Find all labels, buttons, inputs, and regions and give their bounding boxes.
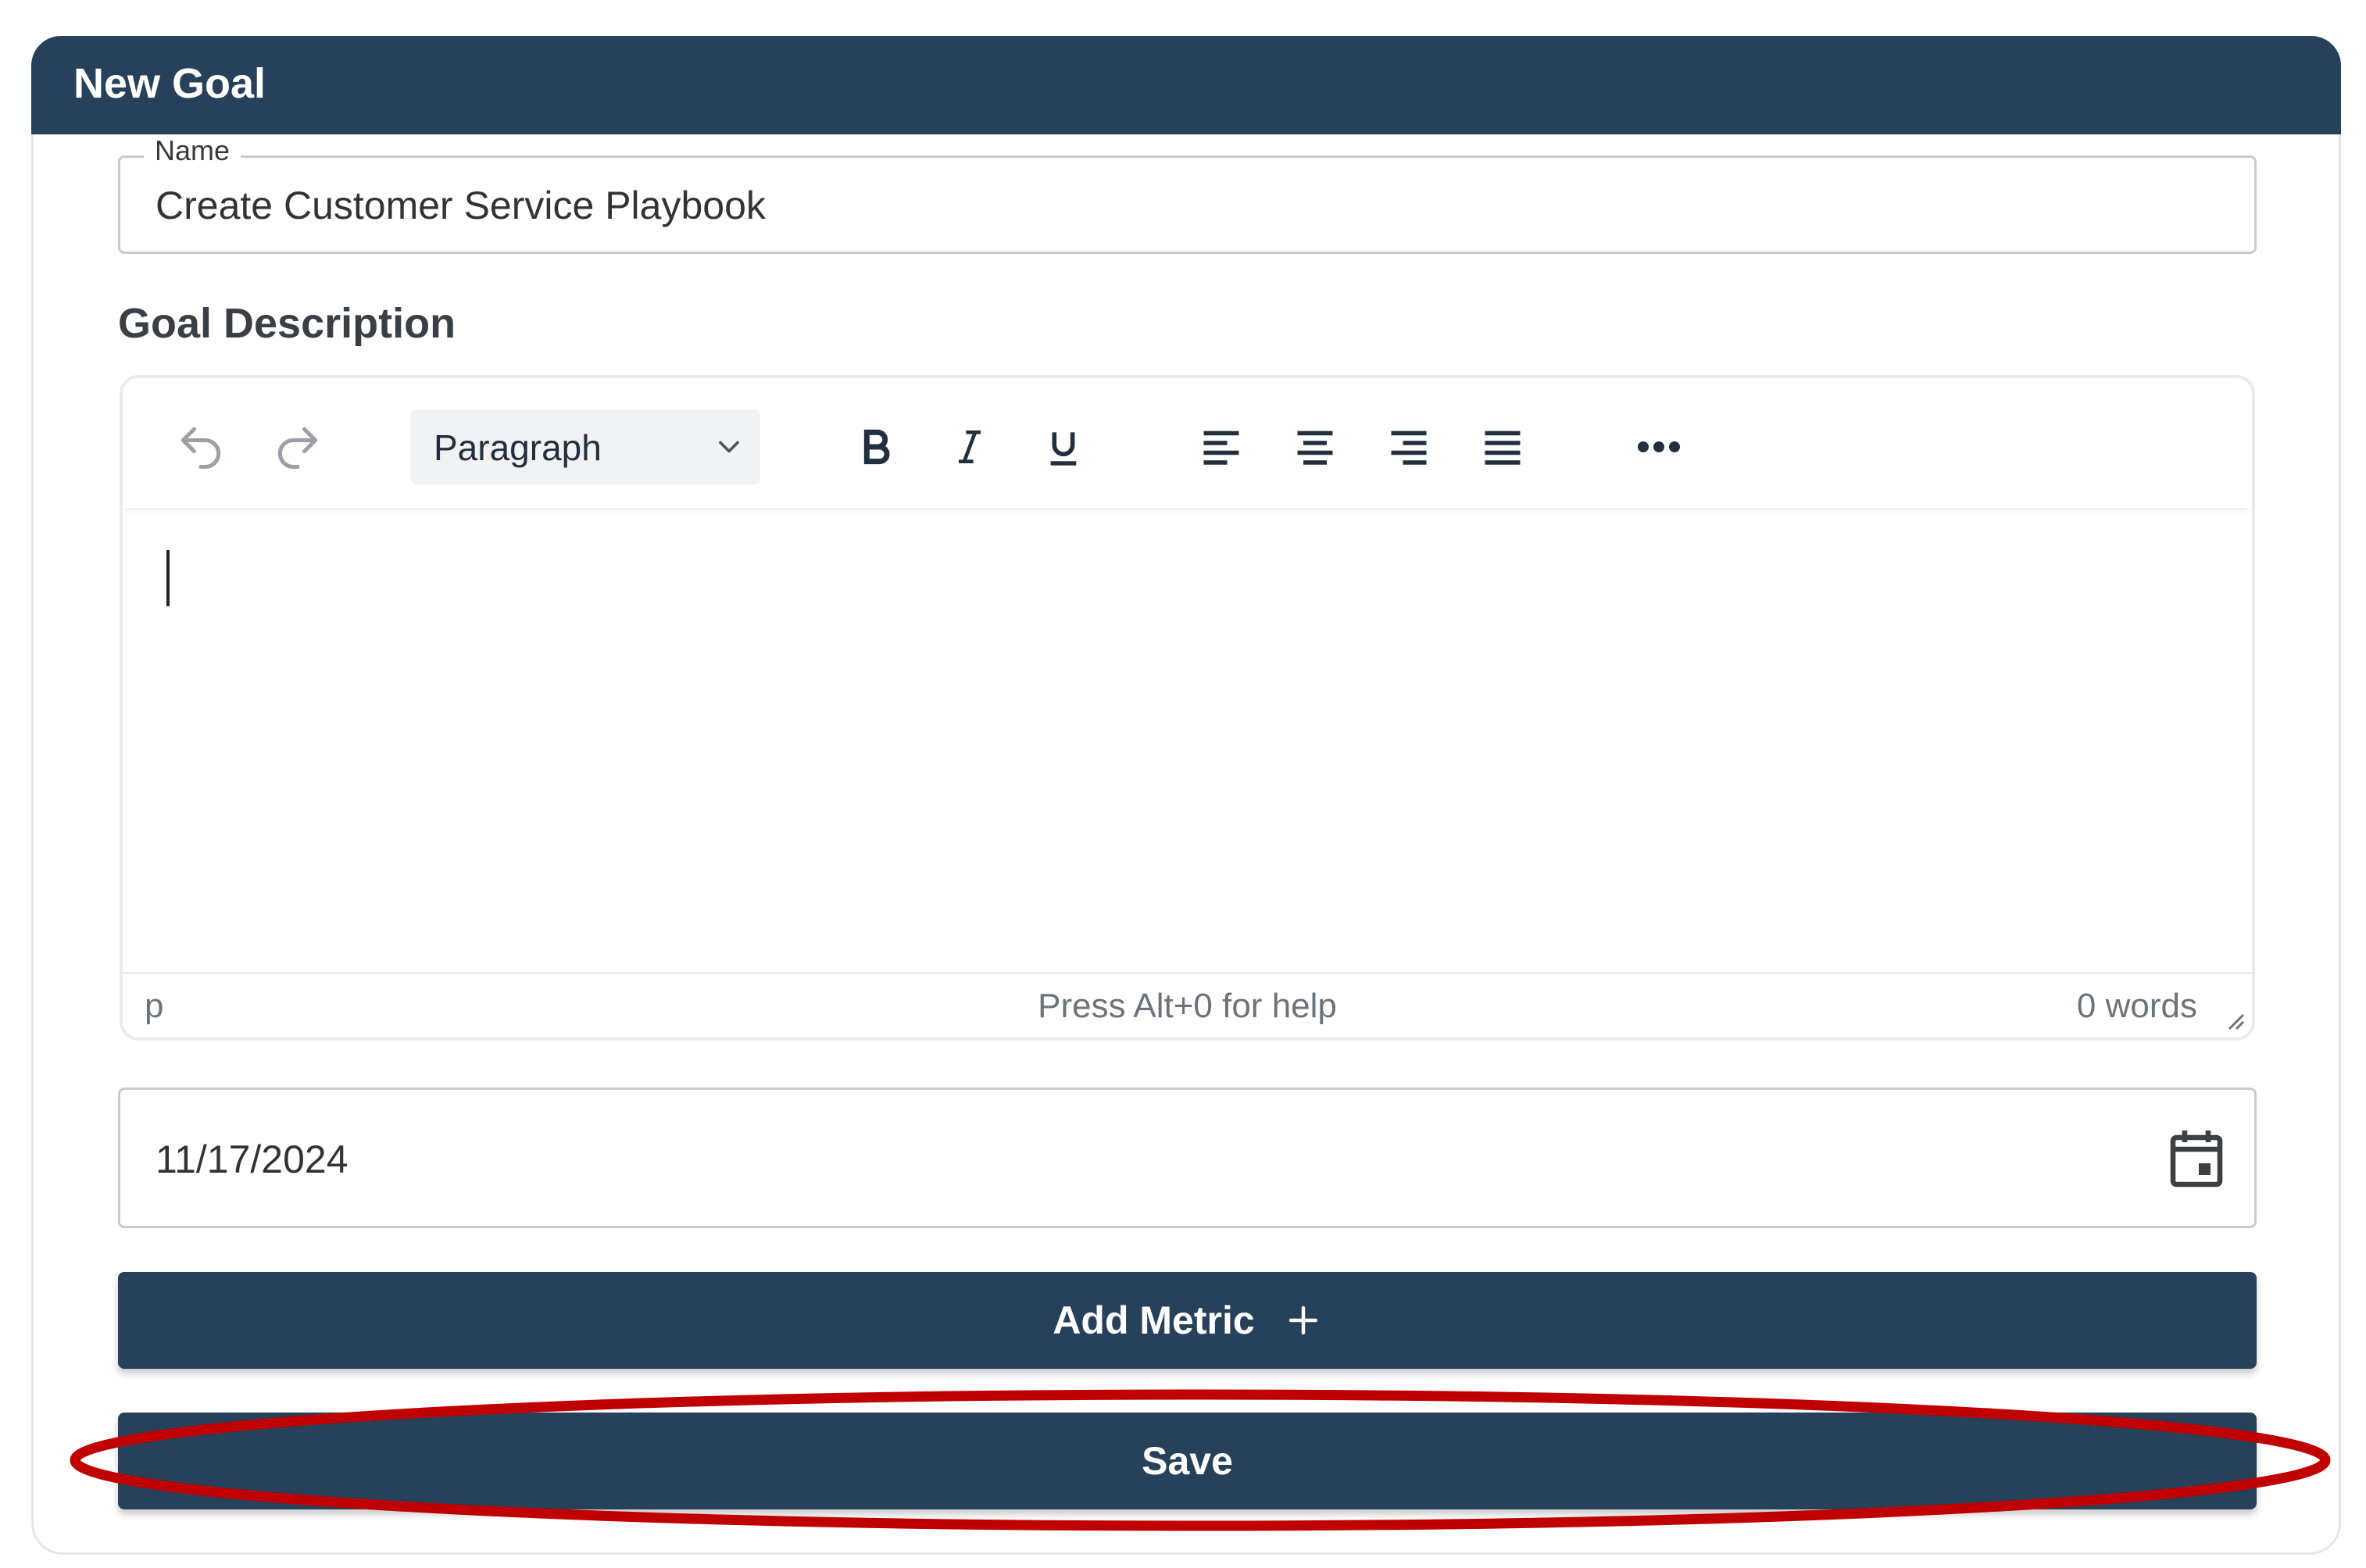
name-label: Name (144, 134, 241, 167)
name-input-value[interactable]: Create Customer Service Playbook (155, 183, 766, 228)
justify-icon[interactable] (1471, 416, 1534, 478)
calendar-icon[interactable] (2168, 1127, 2225, 1194)
card-header: New Goal (31, 36, 2341, 134)
due-date-field[interactable]: 11/17/2024 (118, 1088, 2257, 1228)
redo-icon[interactable] (266, 416, 329, 478)
underline-icon[interactable] (1032, 416, 1095, 478)
align-right-icon[interactable] (1378, 416, 1440, 478)
block-format-value: Paragraph (434, 427, 602, 468)
undo-icon[interactable] (170, 416, 232, 478)
resize-handle-icon[interactable] (2222, 1001, 2246, 1040)
editor-statusbar: p Press Alt+0 for help 0 words (123, 972, 2252, 1038)
bold-icon[interactable] (845, 416, 907, 478)
italic-icon[interactable] (938, 416, 1001, 478)
align-left-icon[interactable] (1190, 416, 1253, 478)
add-metric-label: Add Metric (1053, 1298, 1255, 1342)
due-date-value[interactable]: 11/17/2024 (155, 1137, 348, 1182)
name-field[interactable]: Name Create Customer Service Playbook (118, 134, 2257, 254)
chevron-down-icon (712, 430, 746, 468)
align-center-icon[interactable] (1284, 416, 1346, 478)
more-icon[interactable] (1628, 416, 1690, 478)
help-hint: Press Alt+0 for help (1038, 987, 1337, 1025)
add-metric-button[interactable]: Add Metric (118, 1272, 2257, 1369)
save-button[interactable]: Save (118, 1413, 2257, 1509)
word-count[interactable]: 0 words (2077, 987, 2197, 1026)
goal-description-label: Goal Description (118, 300, 456, 347)
page-title: New Goal (73, 60, 266, 107)
rich-text-editor: Paragraph p Press Alt+0 for help 0 words (120, 375, 2255, 1041)
editor-toolbar: Paragraph (123, 378, 2252, 508)
block-format-dropdown[interactable]: Paragraph (410, 409, 760, 484)
text-cursor (166, 550, 170, 606)
save-label: Save (1142, 1439, 1233, 1483)
plus-icon (1285, 1302, 1322, 1339)
